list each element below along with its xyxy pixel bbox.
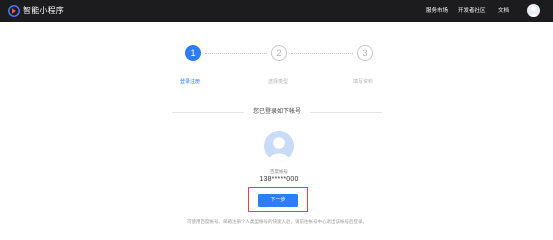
account-number: 138*****000	[259, 176, 299, 183]
step-2-label: 选择类型	[268, 79, 289, 85]
nav-developer-community[interactable]: 开发者社区	[458, 5, 486, 17]
step-connector	[205, 53, 267, 54]
section-title: 您已登录如下帐号	[252, 109, 301, 115]
divider	[310, 112, 382, 113]
account-type-label: 百度帐号	[270, 169, 288, 174]
step-3-indicator: 3	[357, 45, 373, 61]
user-icon	[268, 137, 290, 161]
divider	[172, 112, 244, 113]
nav-service-market[interactable]: 服务市场	[426, 5, 448, 17]
step-1-indicator: 1	[185, 45, 201, 61]
top-nav-bar: 智能小程序 服务市场 开发者社区 文档	[0, 0, 553, 22]
user-icon	[528, 6, 539, 17]
step-2-indicator: 2	[271, 45, 287, 61]
brand-name[interactable]: 智能小程序	[23, 5, 64, 17]
next-button[interactable]: 下一步	[258, 194, 298, 207]
account-avatar	[264, 131, 294, 161]
step-3-label: 填写资料	[353, 79, 374, 85]
user-avatar[interactable]	[527, 4, 540, 17]
step-connector	[291, 53, 353, 54]
step-1-label: 登录注册	[180, 79, 201, 85]
footnote: 可使用百度帐号、邮箱注册个人类型帐号的快速入驻，请前往帐号中心退出该帐号后登录。	[187, 219, 367, 224]
logo-icon[interactable]	[8, 5, 20, 17]
nav-docs[interactable]: 文档	[498, 5, 509, 17]
